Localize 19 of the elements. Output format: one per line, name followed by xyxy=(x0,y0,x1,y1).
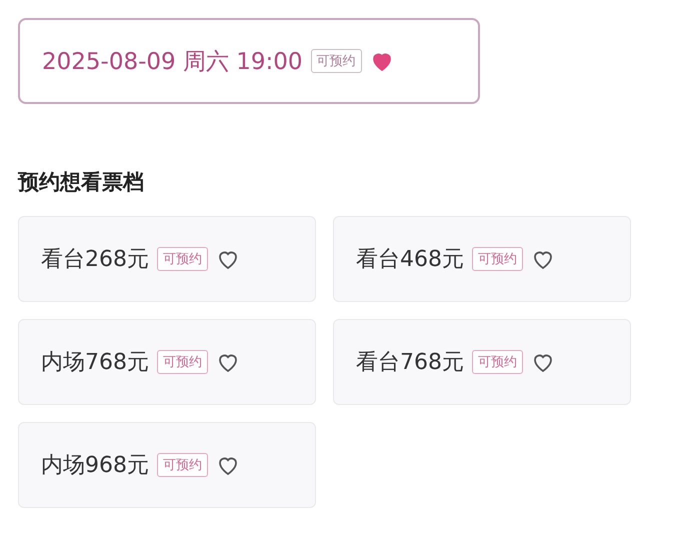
tier-label: 看台468元 xyxy=(356,246,464,274)
tier-card[interactable]: 内场768元 可预约 xyxy=(18,319,316,405)
tier-card[interactable]: 看台468元 可预约 xyxy=(333,216,631,302)
tier-card[interactable]: 内场968元 可预约 xyxy=(18,422,316,508)
section-title: 预约想看票档 xyxy=(18,169,145,196)
status-tag: 可预约 xyxy=(157,247,208,271)
session-card[interactable]: 2025-08-09 周六 19:00 可预约 xyxy=(18,18,480,104)
tier-label: 内场768元 xyxy=(41,349,149,377)
tier-label: 看台268元 xyxy=(41,246,149,274)
status-tag: 可预约 xyxy=(157,453,208,477)
tier-label: 看台768元 xyxy=(356,349,464,377)
session-datetime: 2025-08-09 周六 19:00 xyxy=(42,48,303,76)
status-tag: 可预约 xyxy=(472,350,523,374)
tier-label: 内场968元 xyxy=(41,452,149,480)
status-tag: 可预约 xyxy=(472,247,523,271)
tier-card[interactable]: 看台268元 可预约 xyxy=(18,216,316,302)
status-tag: 可预约 xyxy=(157,350,208,374)
tier-card[interactable]: 看台768元 可预约 xyxy=(333,319,631,405)
status-tag: 可预约 xyxy=(310,49,362,73)
